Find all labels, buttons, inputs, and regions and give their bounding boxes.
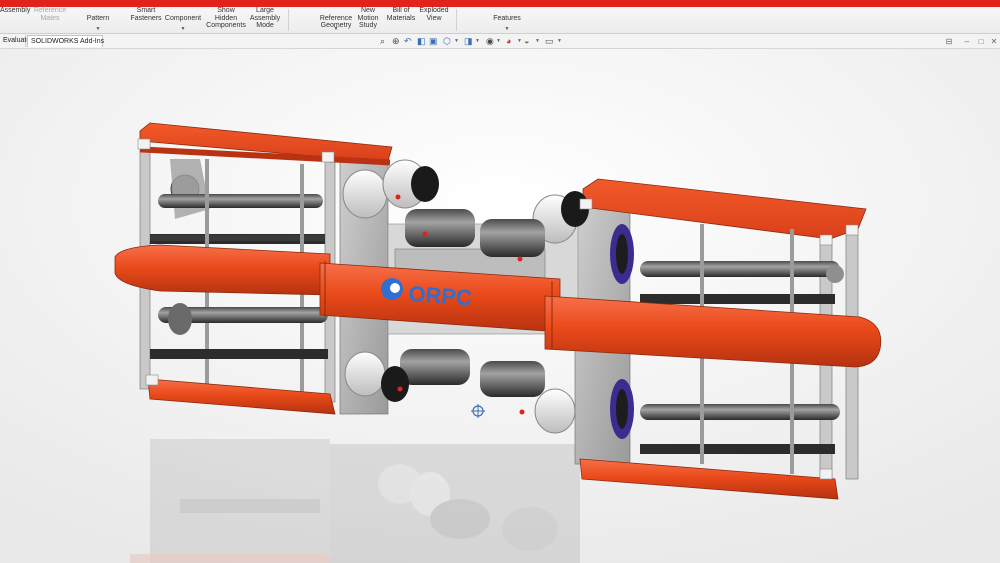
orpc-logo: ORPC — [408, 281, 473, 310]
minimize-icon[interactable]: – — [962, 37, 972, 47]
solidworks-window: Assembly Reference Mates Pattern ▼ Smart… — [0, 0, 1000, 563]
ribbon-label: Bill of Materials — [386, 7, 416, 22]
ribbon-label: Assembly — [0, 7, 31, 14]
ribbon-separator — [288, 9, 289, 31]
ribbon-item-reference-mates[interactable]: Reference Mates — [30, 7, 70, 33]
apply-scene-icon[interactable]: ◒ — [524, 36, 529, 47]
tab-solidworks-add-ins[interactable]: SOLIDWORKS Add-Ins — [27, 35, 105, 47]
zoom-to-area-icon[interactable]: ⊕ — [392, 36, 400, 47]
ribbon-item-smart-fasteners[interactable]: Smart Fasteners — [126, 7, 166, 33]
chevron-down-icon[interactable]: ▼ — [82, 27, 114, 32]
dynamic-annotation-icon[interactable]: ▣ — [429, 36, 438, 47]
edit-appearance-icon[interactable]: ◕ — [506, 36, 511, 47]
ribbon-separator — [456, 9, 457, 31]
display-style-icon[interactable]: ◨ — [464, 36, 473, 47]
ribbon-label: Exploded View — [419, 7, 449, 22]
view-settings-icon[interactable]: ▭ — [545, 36, 554, 47]
chevron-down-icon[interactable]: ▼ — [535, 38, 540, 44]
ribbon-item-features[interactable]: Features ▼ — [488, 7, 526, 33]
ribbon-label: New Motion Study — [357, 7, 379, 29]
restore-icon[interactable]: ⊟ — [944, 37, 954, 47]
ribbon-item-assembly[interactable]: Assembly — [0, 7, 30, 33]
ribbon-label: Smart Fasteners — [130, 7, 162, 22]
tab-evaluate[interactable]: Evaluate — [0, 35, 30, 47]
floor-reflection — [130, 439, 580, 563]
tab-label: SOLIDWORKS Add-Ins — [31, 38, 105, 45]
ribbon-label: Component — [164, 14, 202, 22]
ribbon-item-pattern[interactable]: Pattern ▼ — [82, 7, 114, 33]
chevron-down-icon[interactable]: ▼ — [475, 38, 480, 44]
ribbon-label: Pattern — [86, 14, 110, 22]
chevron-down-icon[interactable]: ▼ — [164, 27, 202, 32]
graphics-area[interactable]: ORPC — [0, 49, 1000, 563]
command-manager-ribbon: Assembly Reference Mates Pattern ▼ Smart… — [0, 7, 1000, 34]
previous-view-icon[interactable]: ↶ — [404, 36, 412, 47]
ribbon-label: Features — [493, 14, 521, 22]
zoom-to-fit-icon[interactable]: ⌕ — [380, 36, 385, 47]
ribbon-label: Large Assembly Mode — [249, 7, 281, 29]
maximize-icon[interactable]: □ — [976, 37, 986, 47]
ribbon-item-new-motion-study[interactable]: New Motion Study — [352, 7, 384, 33]
view-orientation-icon[interactable]: ⬡ — [443, 36, 451, 47]
hide-show-items-icon[interactable]: ◉ — [486, 36, 494, 47]
chevron-down-icon[interactable]: ▼ — [496, 38, 501, 44]
chevron-down-icon[interactable]: ▼ — [557, 38, 562, 44]
close-icon[interactable]: ✕ — [989, 37, 999, 47]
section-view-icon[interactable]: ◧ — [417, 36, 426, 47]
chevron-down-icon[interactable]: ▼ — [488, 27, 526, 32]
ribbon-item-new-component[interactable]: Component ▼ — [164, 7, 202, 33]
chevron-down-icon[interactable]: ▼ — [517, 38, 522, 44]
ribbon-item-exploded-view[interactable]: Exploded View — [418, 7, 450, 33]
title-bar-strip — [0, 0, 1000, 7]
ribbon-label: Reference Mates — [33, 7, 67, 22]
chevron-down-icon[interactable]: ▼ — [454, 38, 459, 44]
ribbon-item-large-assembly-mode[interactable]: Large Assembly Mode — [248, 7, 282, 33]
ribbon-label: Show Hidden Components — [206, 7, 246, 29]
ribbon-item-show-hidden-components[interactable]: Show Hidden Components — [204, 7, 248, 33]
ribbon-item-bill-of-materials[interactable]: Bill of Materials — [384, 7, 418, 33]
